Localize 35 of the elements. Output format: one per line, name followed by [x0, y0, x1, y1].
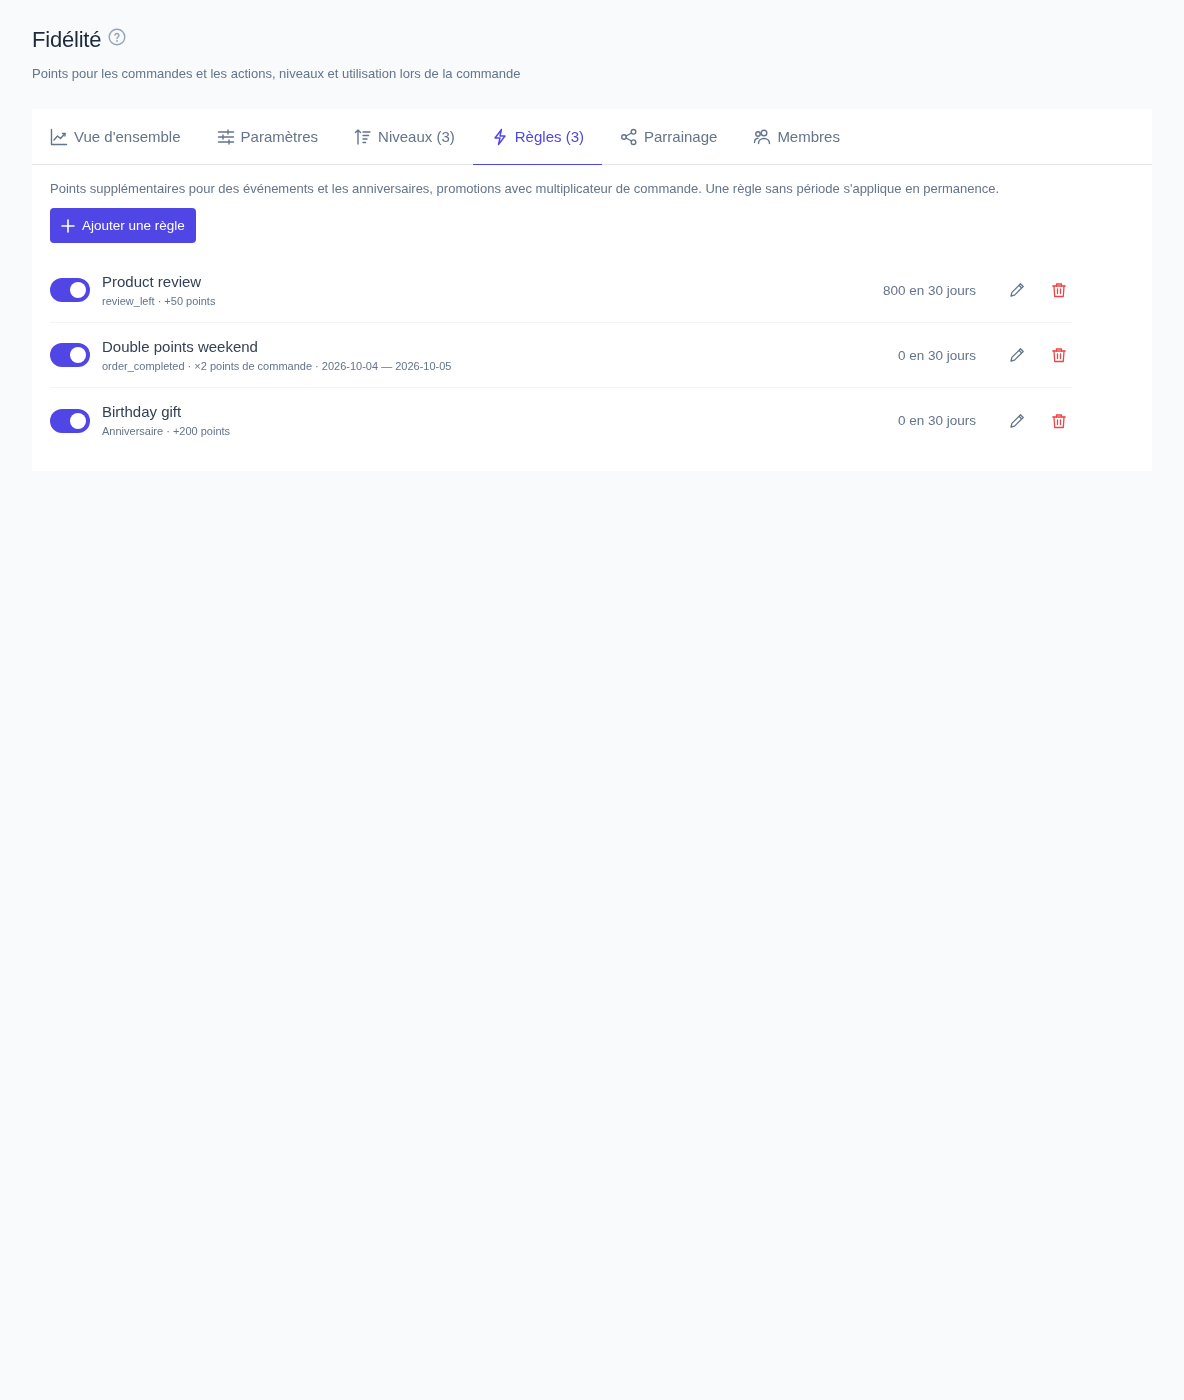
rule-details: order_completed · ×2 points de commande · 2026-10-04 — 2026-10-05: [102, 358, 453, 374]
trash-icon: [1051, 347, 1067, 363]
tab[interactable]: Membres: [735, 109, 858, 165]
page-title: Fidélité: [32, 26, 102, 54]
page-subtitle: Points pour les commandes et les actions, niveaux et utilisation lors de la commande: [32, 65, 522, 83]
rule-usage: 0 en 30 jours: [897, 413, 976, 428]
sort-ascending-icon: [354, 127, 373, 146]
rule-usage: 800 en 30 jours: [882, 282, 976, 298]
tab[interactable]: Niveaux (3): [336, 109, 473, 165]
tab[interactable]: Règles (3): [472, 109, 602, 165]
rule-name: Double points weekend: [102, 336, 259, 357]
add-rule-button[interactable]: Ajouter une règle: [50, 208, 196, 243]
panel-description: Points supplémentaires pour des événements et les anniversaires, promotions avec multiplicateur de commande. Une règle sans période s'applique en permanence.: [50, 180, 1001, 198]
users-icon: [753, 127, 772, 146]
tab[interactable]: Vue d'ensemble: [32, 109, 199, 165]
tab[interactable]: Paramètres: [198, 109, 337, 165]
rule-usage: 0 en 30 jours: [897, 347, 976, 363]
pencil-icon: [1009, 282, 1025, 298]
chart-line-icon: [50, 127, 68, 146]
rule-name: Product review: [102, 271, 203, 292]
share-nodes-icon: [620, 127, 638, 146]
rule-name: Birthday gift: [102, 402, 183, 422]
trash-icon: [1051, 282, 1067, 298]
plus-icon: [61, 218, 75, 233]
trash-icon: [1051, 412, 1067, 429]
tab[interactable]: Parrainage: [602, 109, 736, 165]
toggle-switch[interactable]: [50, 278, 90, 302]
toggle-switch[interactable]: [50, 343, 90, 367]
sliders-icon: [216, 127, 235, 146]
pencil-icon: [1009, 412, 1025, 429]
pencil-icon: [1009, 347, 1025, 363]
rule-details: Anniversaire · +200 points: [102, 424, 232, 439]
rule-details: review_left · +50 points: [102, 293, 217, 309]
help-icon[interactable]: [108, 28, 127, 46]
toggle-switch[interactable]: [50, 408, 90, 433]
